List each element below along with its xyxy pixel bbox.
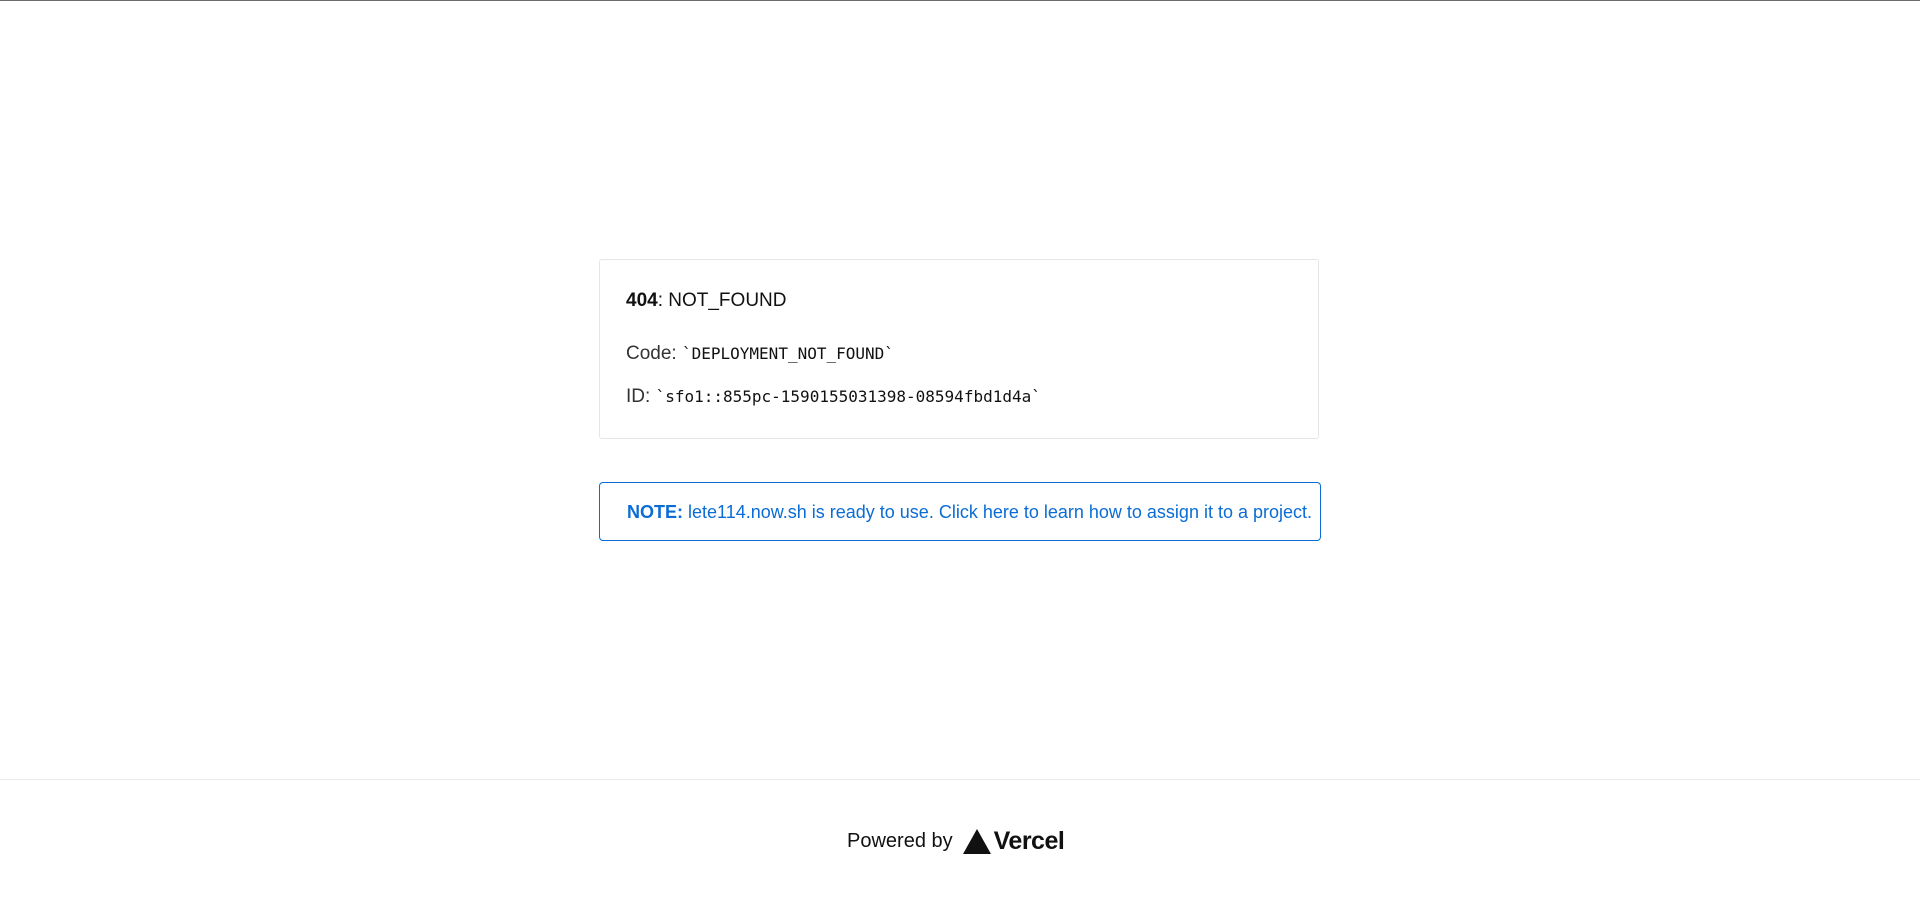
top-divider bbox=[0, 0, 1920, 1]
error-card: 404: NOT_FOUND Code: `DEPLOYMENT_NOT_FOU… bbox=[599, 259, 1319, 439]
footer-divider bbox=[0, 779, 1920, 780]
note-message: lete114.now.sh is ready to use. Click he… bbox=[683, 502, 1313, 522]
error-status-code: 404 bbox=[626, 290, 658, 311]
vercel-triangle-icon bbox=[962, 828, 991, 854]
vercel-wordmark: Vercel bbox=[993, 826, 1065, 855]
error-id-label: ID: bbox=[626, 386, 656, 407]
error-id-row: ID: `sfo1::855pc-1590155031398-08594fbd1… bbox=[626, 385, 1041, 409]
error-code-label: Code: bbox=[626, 343, 682, 364]
note-link-box[interactable]: NOTE: lete114.now.sh is ready to use. Cl… bbox=[599, 482, 1321, 541]
note-label: NOTE: bbox=[627, 502, 683, 522]
error-code-row: Code: `DEPLOYMENT_NOT_FOUND` bbox=[626, 342, 894, 366]
powered-by-label: Powered by bbox=[847, 829, 953, 852]
error-title: 404: NOT_FOUND bbox=[626, 289, 786, 313]
error-id-value: `sfo1::855pc-1590155031398-08594fbd1d4a` bbox=[655, 387, 1041, 406]
error-code-value: `DEPLOYMENT_NOT_FOUND` bbox=[681, 344, 894, 363]
footer: Powered by Vercel bbox=[847, 826, 1065, 856]
vercel-logo-link[interactable]: Vercel bbox=[962, 826, 1065, 856]
note-text[interactable]: NOTE: lete114.now.sh is ready to use. Cl… bbox=[627, 501, 1312, 523]
error-status-text: : NOT_FOUND bbox=[657, 290, 787, 311]
